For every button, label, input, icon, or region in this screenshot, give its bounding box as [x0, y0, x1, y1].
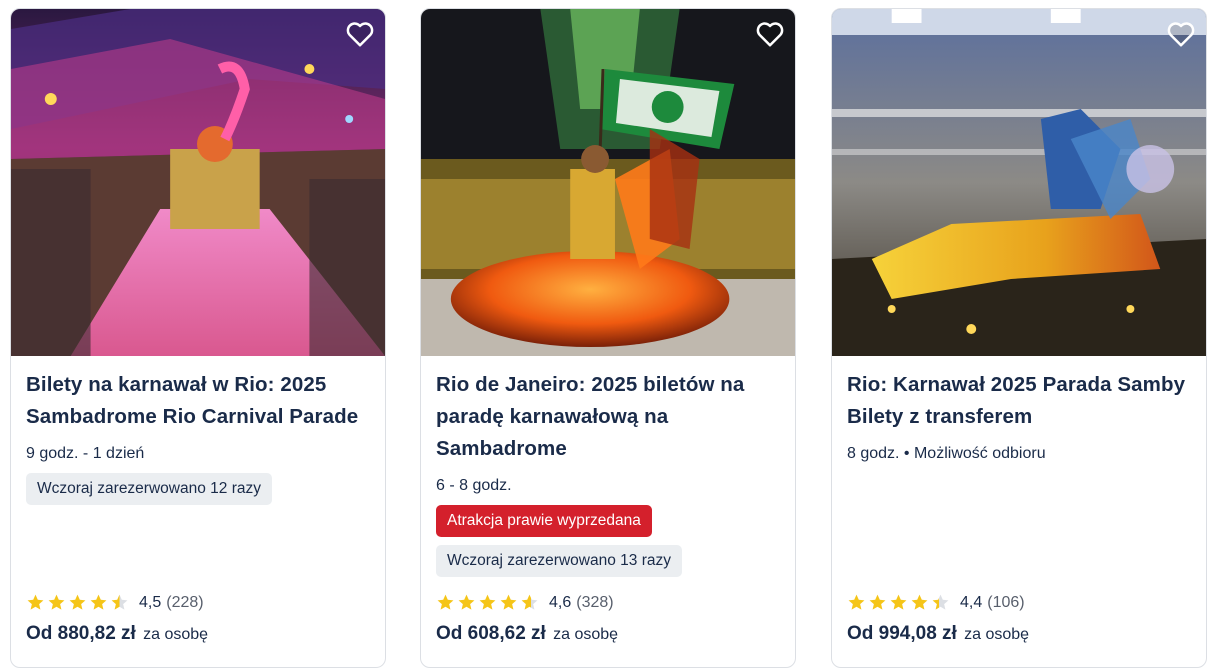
star-icon [90, 594, 107, 610]
activity-title[interactable]: Rio: Karnawał 2025 Parada Samby Bilety z… [847, 369, 1190, 433]
price: Od 994,08 zł za osobę [847, 623, 1029, 645]
star-rating [847, 593, 952, 612]
heart-outline-icon [1167, 22, 1195, 47]
wishlist-button[interactable] [1164, 17, 1198, 51]
activity-title[interactable]: Rio de Janeiro: 2025 biletów na paradę k… [436, 369, 779, 465]
star-icon [458, 594, 475, 610]
star-icon [890, 594, 907, 610]
activity-photo[interactable] [11, 9, 385, 356]
samba-dancer-image [421, 9, 795, 356]
price-unit: za osobę [143, 626, 209, 643]
activity-card-list: Bilety na karnawał w Rio: 2025 Sambadrom… [0, 0, 1216, 668]
star-icon [69, 594, 86, 610]
star-icon [48, 594, 65, 610]
price-unit: za osobę [553, 626, 619, 643]
review-count: (106) [987, 593, 1025, 611]
wishlist-button[interactable] [343, 17, 377, 51]
activity-duration: 8 godz. • Możliwość odbioru [847, 445, 1046, 462]
activity-duration: 9 godz. - 1 dzień [26, 445, 145, 462]
star-icon [111, 594, 128, 610]
activity-duration: 6 - 8 godz. [436, 477, 512, 494]
review-count: (228) [166, 593, 204, 611]
price-amount: Od 608,62 zł [436, 623, 546, 644]
parade-float-image [832, 9, 1206, 356]
star-rating [26, 593, 131, 612]
activity-card[interactable]: Rio: Karnawał 2025 Parada Samby Bilety z… [831, 8, 1207, 668]
star-icon [479, 594, 496, 610]
activity-photo[interactable] [832, 9, 1206, 356]
rating-value: 4,5 [139, 593, 162, 611]
price-unit: za osobę [964, 626, 1030, 643]
star-icon [437, 594, 454, 610]
star-icon [521, 594, 538, 610]
wishlist-button[interactable] [753, 17, 787, 51]
rating-value: 4,6 [549, 593, 572, 611]
rating: 4,5 (228) [26, 593, 204, 612]
badge-list: Atrakcja prawie wyprzedana Wczoraj zarez… [436, 505, 779, 585]
star-icon [869, 594, 886, 610]
price: Od 608,62 zł za osobę [436, 623, 618, 645]
price: Od 880,82 zł za osobę [26, 623, 208, 645]
activity-card[interactable]: Bilety na karnawał w Rio: 2025 Sambadrom… [10, 8, 386, 668]
activity-card[interactable]: Rio de Janeiro: 2025 biletów na paradę k… [420, 8, 796, 668]
star-icon [932, 594, 949, 610]
star-icon [500, 594, 517, 610]
badge-list: Wczoraj zarezerwowano 12 razy [26, 473, 369, 513]
carnival-parade-image [11, 9, 385, 356]
likely-to-sell-out-badge: Atrakcja prawie wyprzedana [436, 505, 652, 537]
activity-title[interactable]: Bilety na karnawał w Rio: 2025 Sambadrom… [26, 369, 369, 433]
booked-yesterday-badge: Wczoraj zarezerwowano 12 razy [26, 473, 272, 505]
star-icon [911, 594, 928, 610]
heart-outline-icon [756, 22, 784, 47]
price-amount: Od 994,08 zł [847, 623, 957, 644]
price-amount: Od 880,82 zł [26, 623, 136, 644]
star-rating [436, 593, 541, 612]
rating: 4,4 (106) [847, 593, 1025, 612]
star-icon [848, 594, 865, 610]
rating-value: 4,4 [960, 593, 983, 611]
star-icon [27, 594, 44, 610]
heart-outline-icon [346, 22, 374, 47]
booked-yesterday-badge: Wczoraj zarezerwowano 13 razy [436, 545, 682, 577]
activity-photo[interactable] [421, 9, 795, 356]
rating: 4,6 (328) [436, 593, 614, 612]
review-count: (328) [576, 593, 614, 611]
